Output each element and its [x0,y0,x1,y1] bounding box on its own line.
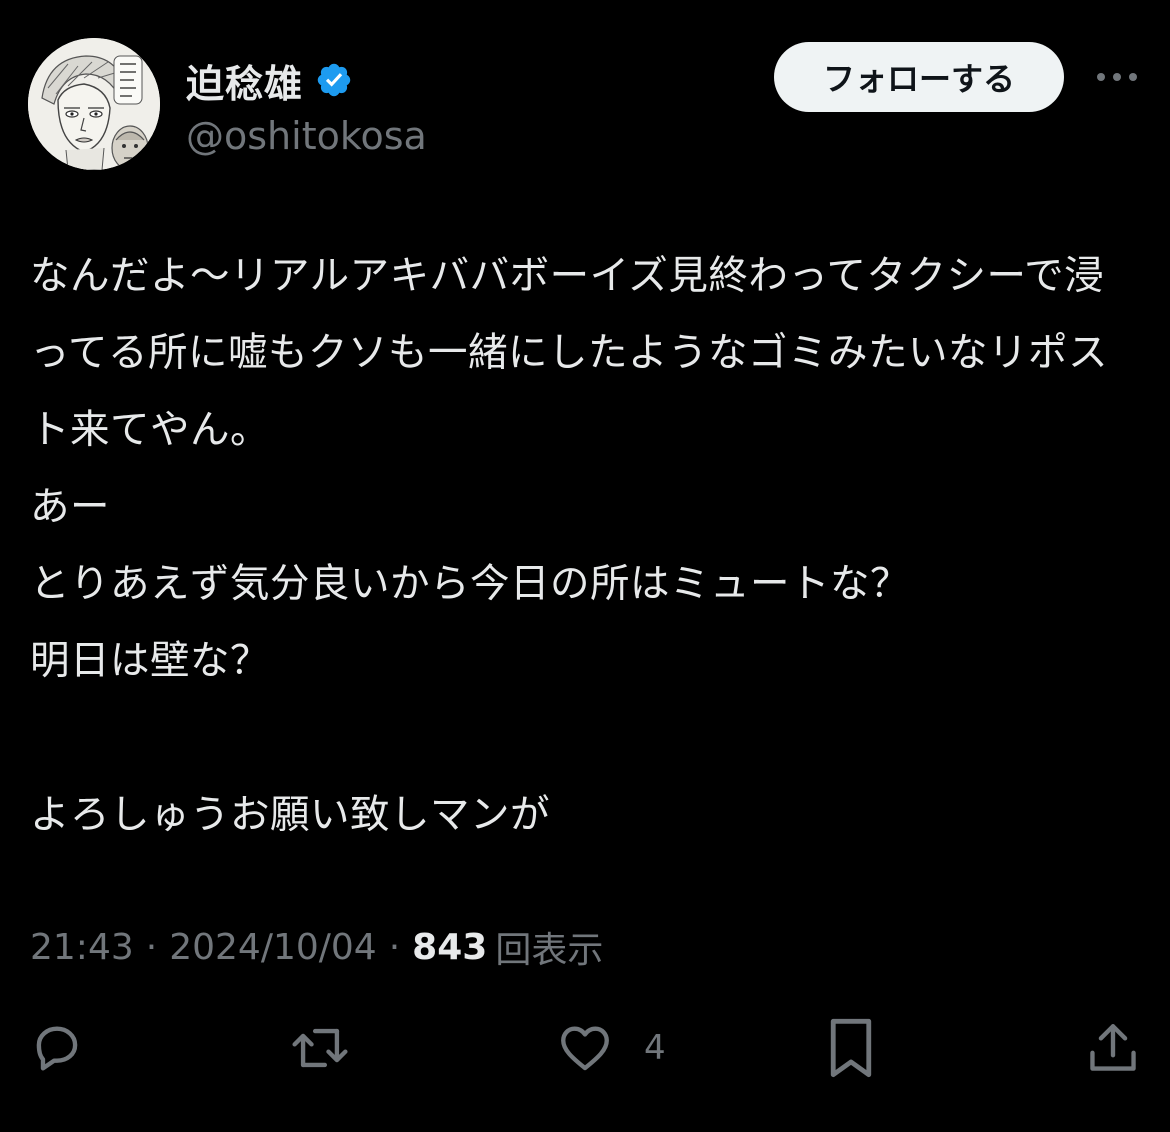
heart-icon [556,1019,614,1077]
reply-button[interactable] [28,1010,86,1086]
tweet-date[interactable]: 2024/10/04 [169,927,377,968]
meta-separator: · [145,926,158,968]
views-label: 回表示 [495,930,604,971]
handle[interactable]: @oshitokosa [186,114,427,158]
avatar[interactable] [28,38,160,170]
repost-button[interactable] [288,1010,352,1086]
name-row: 迫稔雄 [186,56,353,106]
bookmark-icon [822,1015,880,1081]
share-button[interactable] [1084,1010,1142,1086]
repost-icon [288,1019,352,1077]
like-count: 4 [644,1028,666,1068]
follow-button[interactable]: フォローする [774,42,1064,112]
avatar-manga-drawing [28,38,160,170]
verified-badge-icon [315,61,353,99]
bookmark-button[interactable] [822,1010,880,1086]
tweet-meta: 21:43 · 2024/10/04 · 843 回表示 [30,920,603,974]
reply-icon [28,1019,86,1077]
views-count[interactable]: 843 [412,927,487,968]
display-name[interactable]: 迫稔雄 [186,53,303,108]
tweet-header: 迫稔雄 @oshitokosa フォローする [28,38,1142,172]
action-bar: 4 [0,1010,1170,1090]
like-button[interactable]: 4 [556,1010,666,1086]
share-icon [1084,1019,1142,1077]
tweet-text: なんだよ〜リアルアキババボーイズ見終わってタクシーで浸ってる所に嘘もクソも一緒に… [30,253,1109,838]
tweet-time[interactable]: 21:43 [30,927,134,968]
more-horizontal-icon[interactable] [1092,62,1142,92]
meta-separator: · [388,926,401,968]
